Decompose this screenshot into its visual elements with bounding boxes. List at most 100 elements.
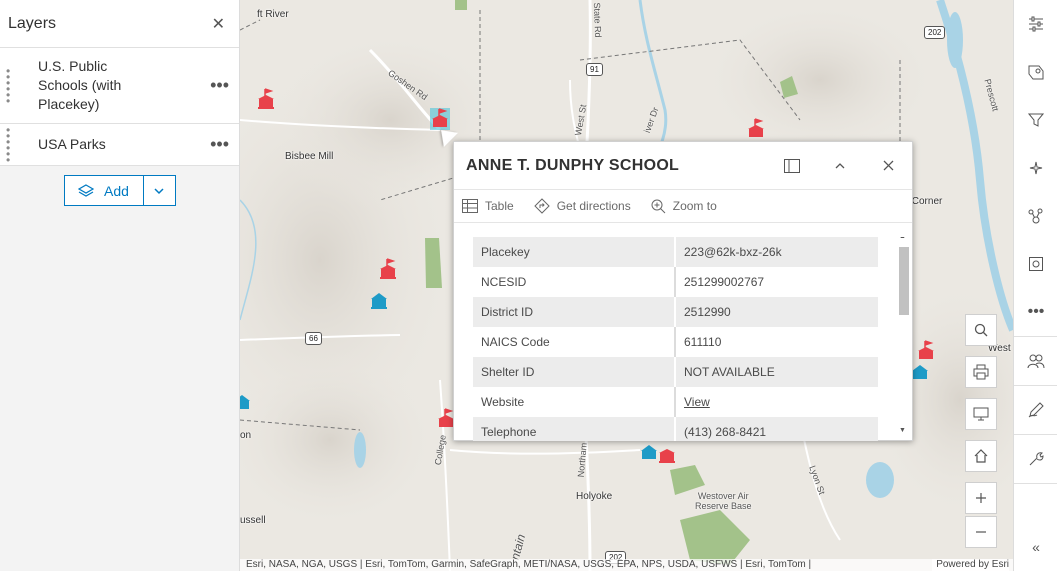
attribute-row: Website View: [473, 387, 878, 417]
dock-icon: [784, 158, 800, 173]
share-button[interactable]: [1014, 337, 1057, 385]
place-label: Bisbee Mill: [285, 151, 334, 162]
attribute-key: NAICS Code: [473, 327, 676, 357]
directions-label: Get directions: [556, 199, 631, 213]
table-action[interactable]: Table: [462, 199, 514, 213]
add-layer-button[interactable]: Add: [65, 176, 144, 205]
add-row: Add: [0, 175, 239, 206]
table-icon: [462, 199, 478, 213]
minus-icon: [976, 531, 986, 533]
place-label: ussell: [240, 515, 266, 526]
place-label: ft River: [257, 9, 289, 20]
chevrons-left-icon: «: [1032, 539, 1040, 555]
search-button[interactable]: [965, 314, 997, 346]
scrollbar[interactable]: ▲ ▼: [897, 237, 909, 437]
attribute-key: Website: [473, 387, 676, 417]
powered-by-link[interactable]: Powered by Esri: [932, 559, 1009, 571]
attribute-row: District ID 2512990: [473, 297, 878, 327]
properties-icon: [1029, 16, 1043, 32]
school-marker[interactable]: [916, 340, 936, 362]
zoom-in-icon: [651, 199, 666, 213]
print-button[interactable]: [965, 356, 997, 388]
layer-options-icon[interactable]: •••: [210, 134, 229, 155]
zoom-to-action[interactable]: Zoom to: [651, 199, 717, 214]
scroll-down-arrow[interactable]: ▼: [899, 427, 906, 434]
attribute-value: 611110: [684, 335, 722, 349]
route-shield: 66: [305, 332, 322, 345]
analysis-button[interactable]: [1014, 192, 1057, 240]
school-marker[interactable]: [256, 88, 276, 110]
search-icon: [974, 323, 988, 337]
place-label: Holyoke: [576, 491, 613, 502]
filter-button[interactable]: [1014, 96, 1057, 144]
zoom-in-button[interactable]: [965, 482, 997, 514]
layer-item-schools[interactable]: • • • • • • U.S. Public Schools (with Plac…: [0, 48, 239, 124]
layer-name: USA Parks: [38, 136, 106, 152]
route-shield: 202: [924, 26, 946, 39]
website-link[interactable]: View: [684, 395, 710, 409]
drag-handle-icon[interactable]: • • • • • •: [6, 65, 20, 107]
attribute-value: 223@62k-bxz-26k: [675, 237, 878, 267]
attribute-row: NAICS Code 611110: [473, 327, 878, 357]
get-directions-action[interactable]: Get directions: [533, 198, 631, 214]
close-popup-button[interactable]: [864, 142, 912, 190]
effects-button[interactable]: [1014, 144, 1057, 192]
scroll-thumb[interactable]: [899, 247, 909, 315]
add-label: Add: [104, 182, 129, 199]
feature-popup: ANNE T. DUNPHY SCHOOL Table Get directio…: [453, 141, 913, 441]
configure-button[interactable]: [1014, 240, 1057, 288]
popup-header: ANNE T. DUNPHY SCHOOL: [454, 142, 912, 190]
drag-handle-icon[interactable]: • • • • • •: [6, 124, 20, 166]
attribute-table: Placekey 223@62k-bxz-26k NCESID 2512990027…: [473, 237, 878, 441]
place-label: Westover Air Reserve Base: [695, 491, 752, 511]
place-label: on: [240, 430, 252, 441]
popup-attributes[interactable]: Placekey 223@62k-bxz-26k NCESID 2512990027…: [473, 237, 911, 441]
zoom-to-label: Zoom to: [672, 199, 717, 213]
add-dropdown-button[interactable]: [144, 176, 175, 205]
more-icon: •••: [1027, 303, 1045, 320]
layers-header: Layers ✕: [0, 0, 239, 48]
attribute-key: District ID: [473, 297, 676, 327]
school-marker[interactable]: [240, 390, 252, 412]
collapse-toolbar-button[interactable]: «: [1014, 523, 1057, 571]
scroll-up-arrow[interactable]: ▲: [899, 237, 906, 240]
school-marker[interactable]: [910, 360, 930, 382]
present-button[interactable]: [965, 398, 997, 430]
layer-item-parks[interactable]: • • • • • • USA Parks •••: [0, 124, 239, 166]
zoom-out-button[interactable]: [965, 516, 997, 548]
add-layer-split-button: Add: [63, 175, 176, 206]
sketch-button[interactable]: [1014, 386, 1057, 434]
home-button[interactable]: [965, 440, 997, 472]
pencil-icon: [1028, 402, 1044, 418]
properties-button[interactable]: [1014, 0, 1057, 48]
dock-button[interactable]: [768, 142, 816, 190]
chevron-down-icon: [154, 187, 164, 194]
attribute-value: NOT AVAILABLE: [675, 357, 878, 387]
chevron-up-icon: [835, 162, 845, 168]
attribute-key: Placekey: [473, 237, 676, 267]
close-panel-button[interactable]: ✕: [212, 14, 225, 34]
attribute-key: Telephone: [473, 417, 676, 441]
effects-icon: [1029, 161, 1043, 175]
more-tools-button[interactable]: •••: [1014, 288, 1057, 336]
attribute-row: Shelter ID NOT AVAILABLE: [473, 357, 878, 387]
attribute-value: 251299002767: [684, 275, 765, 289]
school-marker[interactable]: [746, 118, 766, 140]
attribute-row: Telephone (413) 268-8421: [473, 417, 878, 441]
school-marker[interactable]: [657, 442, 677, 464]
settings-button[interactable]: [1014, 435, 1057, 483]
route-shield: 91: [586, 63, 603, 76]
attribute-key: NCESID: [473, 267, 676, 297]
filter-icon: [1028, 113, 1044, 127]
layer-options-icon[interactable]: •••: [210, 75, 229, 96]
plus-icon: [976, 493, 986, 503]
basemap-button[interactable]: [1014, 48, 1057, 96]
table-label: Table: [485, 199, 514, 213]
wrench-icon: [1029, 452, 1044, 466]
layers-panel: Layers ✕ • • • • • • U.S. Public Schools (…: [0, 0, 240, 571]
school-marker[interactable]: [378, 258, 398, 280]
collapse-button[interactable]: [816, 142, 864, 190]
school-marker[interactable]: [639, 440, 659, 462]
school-marker[interactable]: [369, 288, 389, 310]
attribution-text: Esri, NASA, NGA, USGS | Esri, TomTom, Ga…: [246, 559, 812, 570]
